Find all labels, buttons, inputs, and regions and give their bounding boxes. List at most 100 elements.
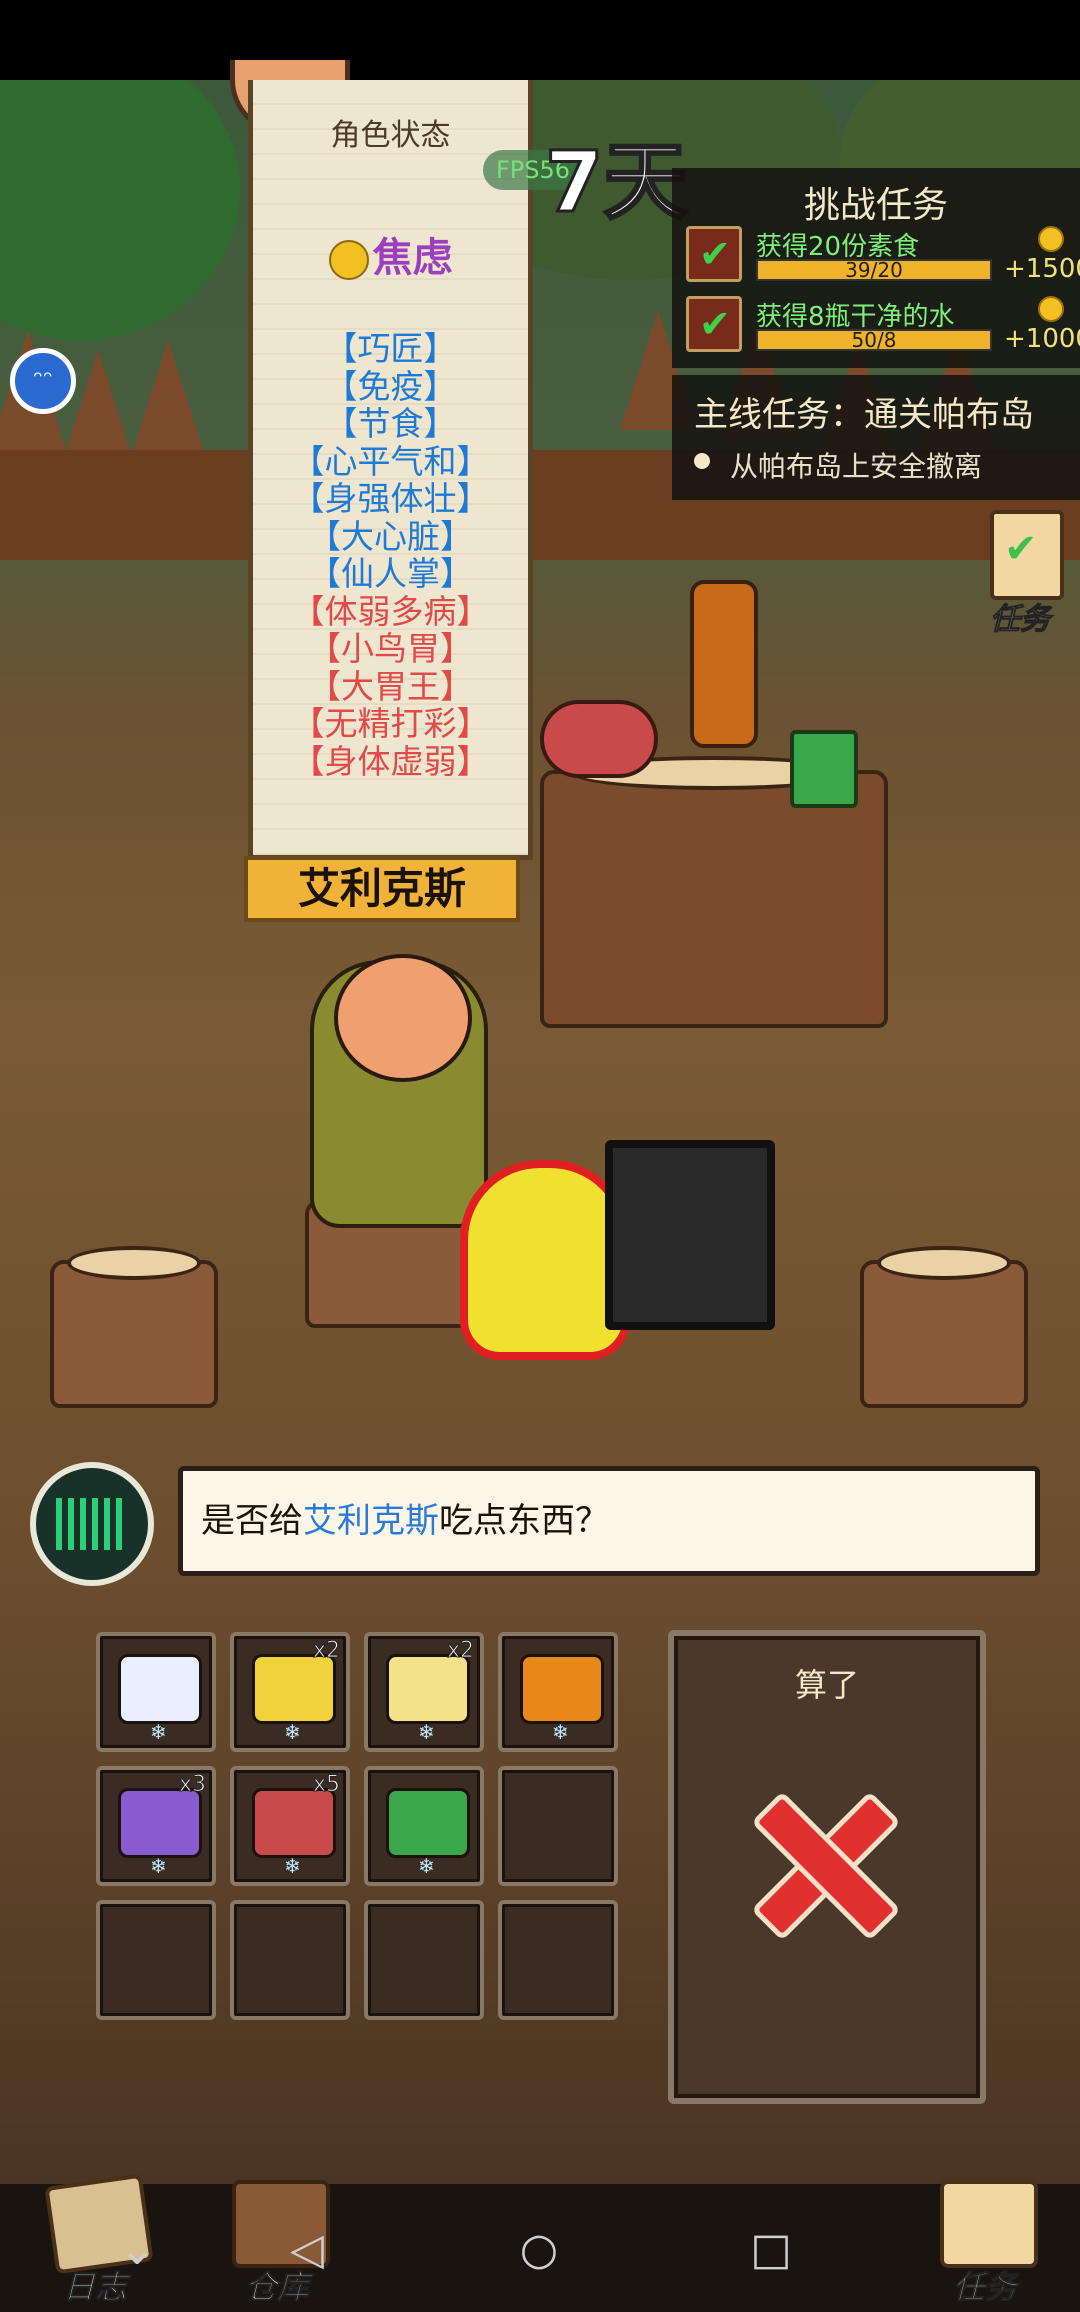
tasks-label: 任务 xyxy=(952,2268,1017,2307)
inventory-slot-banana[interactable]: ❄ x2 xyxy=(230,1632,350,1752)
dialog-box: 是否给艾利克斯吃点东西？ xyxy=(178,1466,1040,1576)
back-icon[interactable]: ◁ xyxy=(282,2225,332,2275)
home-icon[interactable]: ○ xyxy=(514,2225,564,2275)
toothpaste-icon xyxy=(386,1654,470,1724)
task-reward: +1500 xyxy=(1004,254,1080,284)
cancel-label: 算了 xyxy=(794,1666,859,1704)
clipboard-icon: ✔ xyxy=(990,510,1064,600)
trait-label: 【免疫】 xyxy=(324,366,457,406)
task-shortcut-button[interactable]: ✔ 任务 xyxy=(980,510,1070,638)
table-stump xyxy=(540,756,888,1028)
water-task-icon: ✔ xyxy=(686,296,742,352)
day-counter: 7天 xyxy=(543,132,688,233)
inventory-slot-toothpaste[interactable]: ❄ x2 xyxy=(364,1632,484,1752)
character-name-banner: 艾利克斯 xyxy=(244,856,520,922)
smiley-face-icon xyxy=(328,240,369,280)
stat-snowflake-icon: ❄ xyxy=(284,1720,301,1744)
trait-label: 【无精打彩】 xyxy=(291,704,490,743)
trait-label: 【大心脏】 xyxy=(308,516,473,556)
check-icon: ✔ xyxy=(699,302,731,346)
tasks-button[interactable]: 任务 xyxy=(930,2180,1050,2310)
dialog-text: 是否给艾利克斯吃点东西？ xyxy=(201,1471,609,1571)
item-count: x2 xyxy=(312,1638,340,1664)
liquor-bottle xyxy=(690,580,758,748)
inventory-slot-dog-food-can[interactable]: ❄ xyxy=(498,1632,618,1752)
stat-snowflake-icon: ❄ xyxy=(418,1854,435,1878)
mood-indicator: 焦虑 xyxy=(253,225,528,283)
task-progress-text: 50/8 xyxy=(851,328,897,352)
nav-collapse-icon[interactable]: ⌄ xyxy=(112,2225,162,2275)
item-count: x3 xyxy=(178,1772,206,1798)
stat-snowflake-icon: ❄ xyxy=(418,1720,435,1744)
voice-wave-icon[interactable] xyxy=(30,1462,154,1586)
palm-leaves xyxy=(0,80,240,340)
bullet-icon xyxy=(694,453,710,469)
trait-label: 【巧匠】 xyxy=(324,329,457,368)
challenge-panel[interactable]: 挑战任务 ✔ 获得20份素食 39/20 +1500 ✔ 获得8瓶干净的水 50… xyxy=(672,168,1080,368)
fence-spike xyxy=(130,340,206,460)
trait-label: 【节食】 xyxy=(324,404,457,443)
inventory-slot-pill[interactable]: ❄ xyxy=(96,1632,216,1752)
cat-food-can-icon xyxy=(118,1788,202,1858)
coin-icon xyxy=(1038,226,1064,252)
trait-label: 【大胃王】 xyxy=(308,666,473,706)
task-progress-bar: 50/8 xyxy=(756,329,992,351)
sound-wave-icon xyxy=(56,1498,128,1550)
status-bar xyxy=(0,0,1080,80)
task-progress-bar: 39/20 xyxy=(756,259,992,281)
character-alex[interactable] xyxy=(310,954,488,1228)
challenge-task[interactable]: ✔ 获得20份素食 39/20 +1500 xyxy=(686,226,1080,290)
inventory-slot-empty[interactable] xyxy=(364,1900,484,2020)
challenge-task[interactable]: ✔ 获得8瓶干净的水 50/8 +1000 xyxy=(686,296,1080,360)
trait-label: 【仙人掌】 xyxy=(308,554,473,593)
task-progress-text: 39/20 xyxy=(845,258,903,282)
inventory-slot-cat-food-can[interactable]: ❄ x3 xyxy=(96,1766,216,1886)
status-panel-title: 角色状态 xyxy=(330,118,451,153)
coin-icon xyxy=(1038,296,1064,322)
stat-snowflake-icon: ❄ xyxy=(150,1720,167,1744)
main-quest-item: 从帕布岛上安全撤离 xyxy=(730,450,983,483)
cancel-feed-button[interactable]: 算了 xyxy=(668,1630,986,2104)
stat-snowflake-icon: ❄ xyxy=(552,1720,569,1744)
main-quest-panel[interactable]: 主线任务：通关帕布岛 从帕布岛上安全撤离 xyxy=(672,375,1080,500)
character-status-panel: 角色状态 焦虑 【巧匠】 【免疫】 【节食】 【心平气和】 【身强体壮】 【大心脏】 【仙人… xyxy=(248,80,533,860)
mood-label: 焦虑 xyxy=(372,235,453,281)
inventory-grid: ❄ ❄ x2 ❄ x2 ❄ ❄ x3 ❄ x5 ❄ xyxy=(96,1632,626,2032)
dialog-suffix: 吃点东西？ xyxy=(439,1501,609,1541)
stat-snowflake-icon: ❄ xyxy=(284,1854,301,1878)
pill-icon xyxy=(118,1654,202,1724)
recents-icon[interactable]: □ xyxy=(746,2225,796,2275)
peach-can xyxy=(790,730,858,808)
peach-can-icon xyxy=(386,1788,470,1858)
inventory-slot-empty[interactable] xyxy=(96,1900,216,2020)
stump-left xyxy=(50,1246,218,1408)
inventory-slot-empty[interactable] xyxy=(498,1766,618,1886)
task-reward: +1000 xyxy=(1004,324,1080,354)
dialog-character-name: 艾利克斯 xyxy=(303,1501,439,1541)
trait-label: 【体弱多病】 xyxy=(291,591,490,631)
inventory-slot-empty[interactable] xyxy=(498,1900,618,2020)
dialog-prefix: 是否给 xyxy=(201,1501,303,1541)
floating-assistant-bubble[interactable]: ᵔᵔ xyxy=(10,348,76,414)
trait-label: 【心平气和】 xyxy=(291,441,490,481)
veggie-task-icon: ✔ xyxy=(686,226,742,282)
clipboard-icon xyxy=(940,2180,1038,2268)
item-count: x5 xyxy=(312,1772,340,1798)
banana-icon xyxy=(252,1654,336,1724)
ham-item xyxy=(540,700,658,778)
inventory-slot-peach-can[interactable]: ❄ xyxy=(364,1766,484,1886)
memorial-photo-frame xyxy=(605,1140,775,1330)
trait-label: 【身体虚弱】 xyxy=(291,741,490,781)
inventory-slot-empty[interactable] xyxy=(230,1900,350,2020)
character-face xyxy=(334,954,472,1082)
check-icon: ✔ xyxy=(699,232,731,276)
task-shortcut-label: 任务 xyxy=(990,602,1051,638)
trait-label: 【身强体壮】 xyxy=(291,479,490,518)
check-icon: ✔ xyxy=(1004,526,1038,572)
dog-food-can-icon xyxy=(520,1654,604,1724)
trait-label: 【小鸟胃】 xyxy=(308,629,473,668)
ham-icon xyxy=(252,1788,336,1858)
inventory-slot-ham[interactable]: ❄ x5 xyxy=(230,1766,350,1886)
main-quest-title: 主线任务：通关帕布岛 xyxy=(694,395,1034,435)
close-icon xyxy=(746,1786,906,1946)
